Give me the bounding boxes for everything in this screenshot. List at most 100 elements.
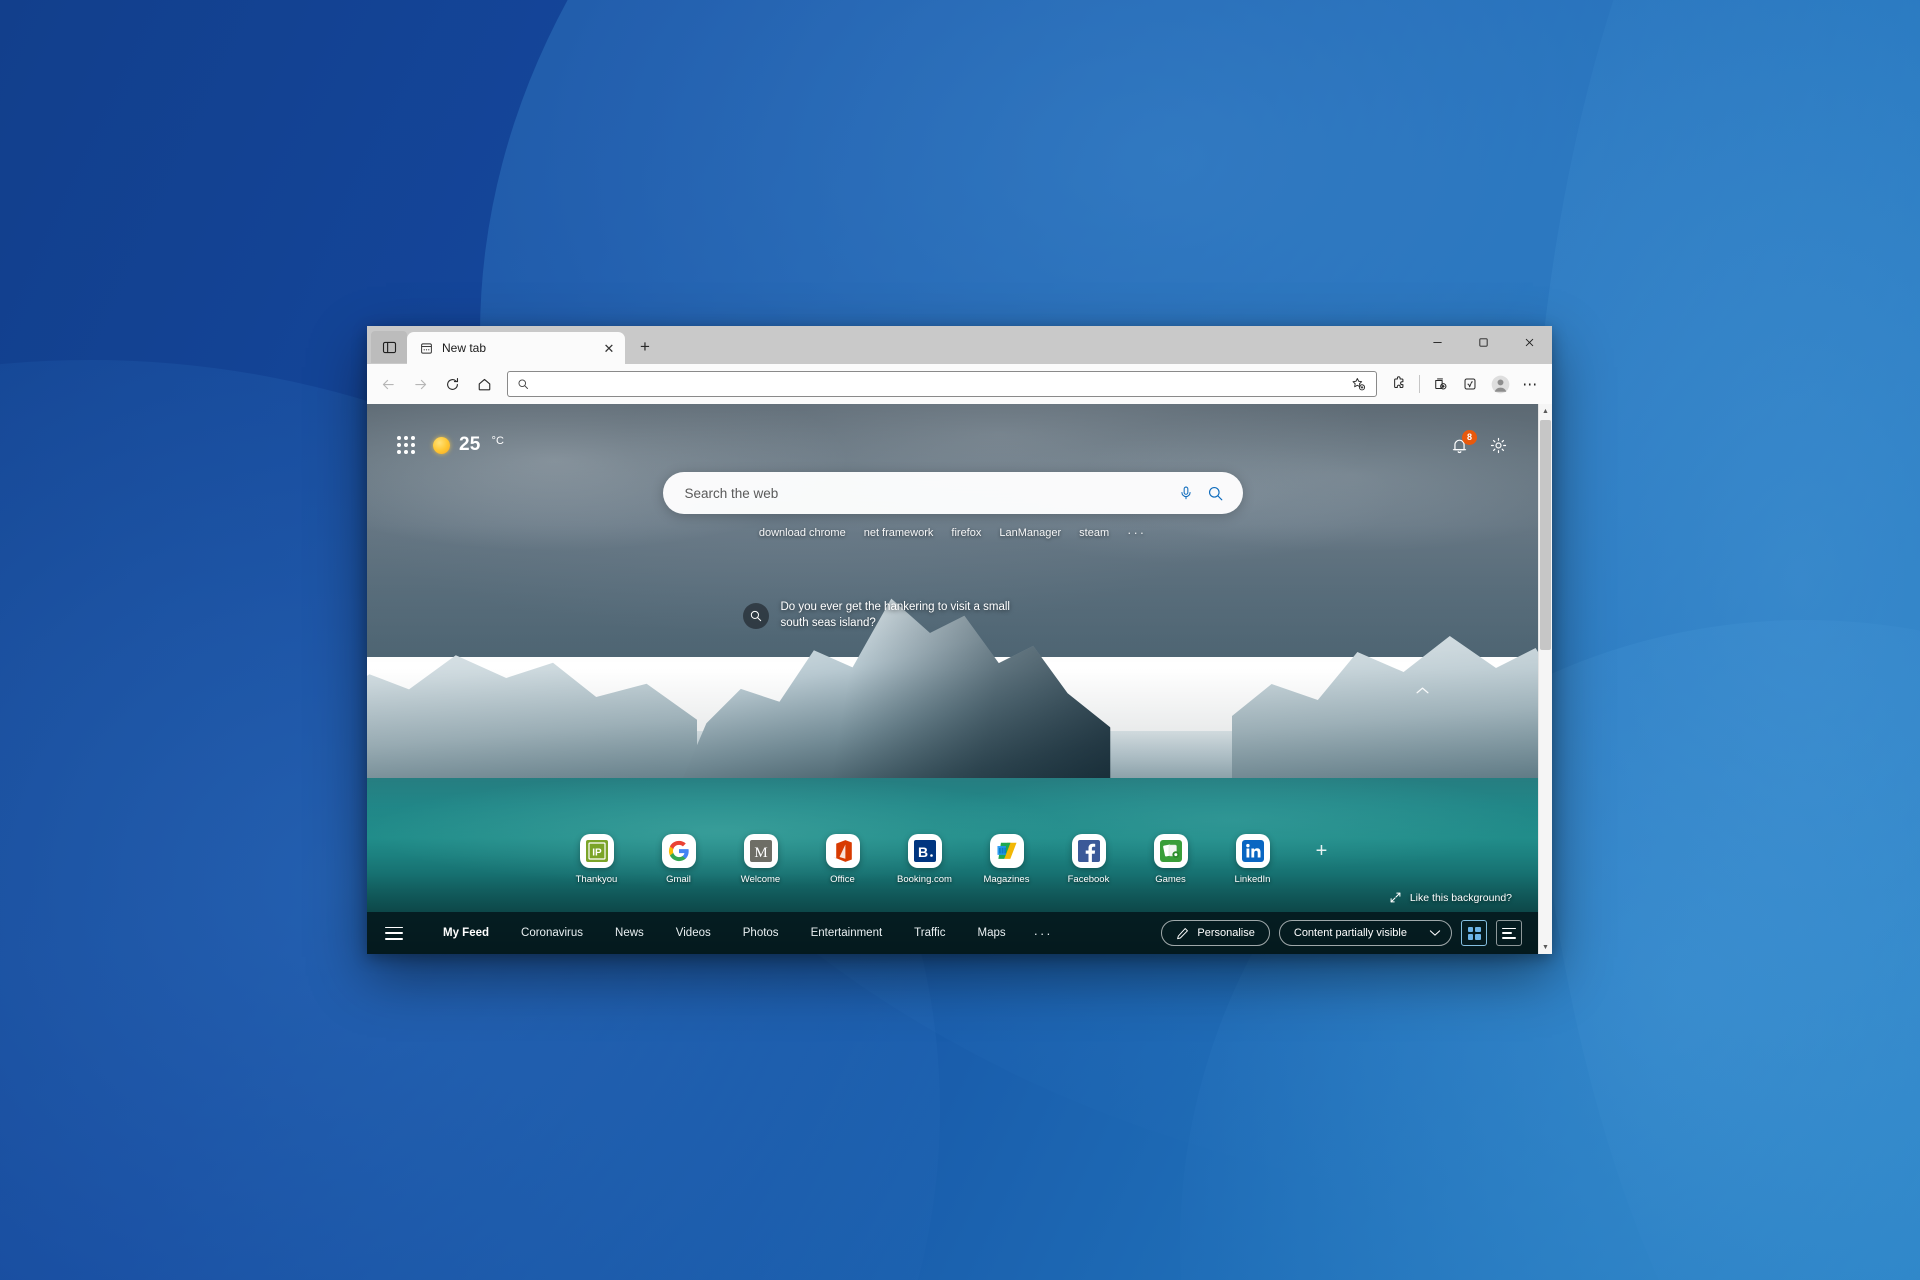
booking-icon: B [907, 834, 942, 868]
suggestion-chip[interactable]: firefox [951, 527, 981, 539]
forward-button[interactable] [405, 369, 435, 399]
collections-icon[interactable] [1426, 370, 1454, 398]
tile-label: LinkedIn [1234, 874, 1271, 885]
content-visibility-value: Content partially visible [1293, 927, 1407, 939]
content-visibility-dropdown[interactable]: Content partially visible [1278, 920, 1452, 946]
browser-toolbar: ⋯ [367, 364, 1552, 404]
shortcut-tiles: IP Thankyou Gmail M Welcome Office B Boo… [367, 834, 1538, 891]
grid-view-toggle[interactable] [1461, 920, 1487, 946]
feed-nav-news[interactable]: News [599, 927, 660, 939]
magazines-icon [989, 834, 1024, 868]
feed-menu-icon[interactable] [385, 926, 403, 940]
extensions-icon[interactable] [1385, 370, 1413, 398]
collapse-feed-button[interactable] [1415, 686, 1430, 695]
refresh-button[interactable] [437, 369, 467, 399]
search-icon [518, 379, 528, 389]
new-tab-favicon [418, 340, 434, 356]
new-tab-button[interactable]: + [630, 332, 660, 362]
feed-nav-more-button[interactable]: ··· [1022, 926, 1065, 941]
caption-search-icon[interactable] [742, 602, 769, 629]
tile-label: Thankyou [575, 874, 618, 885]
feed-nav-photos[interactable]: Photos [727, 927, 795, 939]
shortcut-tile-games[interactable]: Games [1141, 834, 1201, 885]
scroll-up-arrow[interactable]: ▲ [1542, 404, 1549, 418]
svg-text:B: B [917, 844, 927, 860]
feed-nav-coronavirus[interactable]: Coronavirus [505, 927, 599, 939]
new-tab-page: 25 °C 8 Search the web download chrome n… [367, 404, 1538, 954]
shortcut-tile-magazines[interactable]: Magazines [977, 834, 1037, 885]
microphone-icon[interactable] [1171, 478, 1201, 508]
feed-nav-my-feed[interactable]: My Feed [427, 927, 505, 939]
suggestion-chip[interactable]: steam [1079, 527, 1109, 539]
personalise-button[interactable]: Personalise [1161, 920, 1270, 946]
like-background-row[interactable]: Like this background? [367, 891, 1538, 912]
home-button[interactable] [469, 369, 499, 399]
shortcut-tile-thankyou[interactable]: IP Thankyou [567, 834, 627, 885]
close-window-button[interactable] [1506, 326, 1552, 358]
pencil-icon [1177, 927, 1189, 939]
feed-navigation-bar: My Feed Coronavirus News Videos Photos E… [367, 912, 1538, 954]
search-suggestions: download chrome net framework firefox La… [367, 525, 1538, 540]
shortcut-tile-facebook[interactable]: Facebook [1059, 834, 1119, 885]
shortcut-tile-welcome[interactable]: M Welcome [731, 834, 791, 885]
list-view-toggle[interactable] [1496, 920, 1522, 946]
search-input[interactable] [684, 485, 1171, 501]
office-icon [825, 834, 860, 868]
notifications-button[interactable]: 8 [1450, 429, 1477, 455]
shortcut-tile-linkedin[interactable]: LinkedIn [1223, 834, 1283, 885]
web-search-box[interactable] [662, 472, 1243, 514]
profile-avatar[interactable] [1486, 370, 1514, 398]
expand-image-icon[interactable] [1389, 891, 1402, 904]
suggestion-chip[interactable]: download chrome [759, 527, 846, 539]
scrollbar-thumb[interactable] [1540, 420, 1551, 650]
add-shortcut-button[interactable]: + [1305, 834, 1339, 868]
feed-nav-entertainment[interactable]: Entertainment [795, 927, 899, 939]
background-image-caption[interactable]: Do you ever get the hankering to visit a… [742, 600, 1163, 631]
shortcut-tile-office[interactable]: Office [813, 834, 873, 885]
suggestions-more-button[interactable]: ··· [1127, 525, 1146, 540]
browser-tab[interactable]: New tab ✕ [407, 332, 625, 364]
tab-actions-button[interactable] [371, 331, 407, 363]
page-content: 25 °C 8 Search the web download chrome n… [367, 404, 1552, 954]
weather-unit: °C [491, 435, 504, 447]
scroll-down-arrow[interactable]: ▼ [1542, 940, 1549, 954]
back-button[interactable] [373, 369, 403, 399]
ntp-header-actions: 8 [1450, 429, 1508, 455]
google-icon [661, 834, 696, 868]
thankyou-icon: IP [579, 834, 614, 868]
feed-nav-videos[interactable]: Videos [660, 927, 727, 939]
toolbar-divider [1419, 375, 1420, 393]
list-icon [1502, 927, 1516, 939]
address-input[interactable] [536, 378, 1337, 390]
feed-nav-traffic[interactable]: Traffic [898, 927, 961, 939]
page-scrollbar[interactable]: ▲ ▼ [1538, 404, 1552, 954]
math-solver-icon[interactable] [1456, 370, 1484, 398]
svg-text:IP: IP [592, 848, 602, 859]
desktop-background: New tab ✕ + ⋯ 25 °C 8 Search the web dow… [0, 0, 1920, 1280]
shortcut-tile-booking[interactable]: B Booking.com [895, 834, 955, 885]
minimize-button[interactable] [1414, 326, 1460, 358]
app-launcher-icon[interactable] [397, 436, 415, 454]
weather-widget[interactable]: 25 °C [433, 434, 504, 456]
shortcut-tile-gmail[interactable]: Gmail [649, 834, 709, 885]
wallpaper-swoosh [1530, 0, 1920, 1280]
close-tab-icon[interactable]: ✕ [599, 338, 619, 358]
browser-settings-menu[interactable]: ⋯ [1516, 370, 1544, 398]
linkedin-icon [1235, 834, 1270, 868]
scrollbar-track[interactable] [1539, 418, 1552, 940]
feed-nav-maps[interactable]: Maps [961, 927, 1021, 939]
maximize-button[interactable] [1460, 326, 1506, 358]
avatar [1491, 375, 1509, 393]
caption-text: Do you ever get the hankering to visit a… [780, 601, 1010, 629]
search-submit-icon[interactable] [1201, 478, 1231, 508]
suggestion-chip[interactable]: net framework [864, 527, 934, 539]
like-background-label: Like this background? [1409, 891, 1512, 904]
page-settings-icon[interactable] [1489, 436, 1508, 455]
chevron-up-icon [1416, 687, 1429, 694]
add-favorite-icon[interactable] [1344, 370, 1372, 398]
suggestion-chip[interactable]: LanManager [999, 527, 1061, 539]
tab-title: New tab [442, 341, 487, 355]
grid-icon [1467, 926, 1481, 940]
address-bar[interactable] [507, 371, 1377, 397]
tile-label: Facebook [1067, 874, 1110, 885]
